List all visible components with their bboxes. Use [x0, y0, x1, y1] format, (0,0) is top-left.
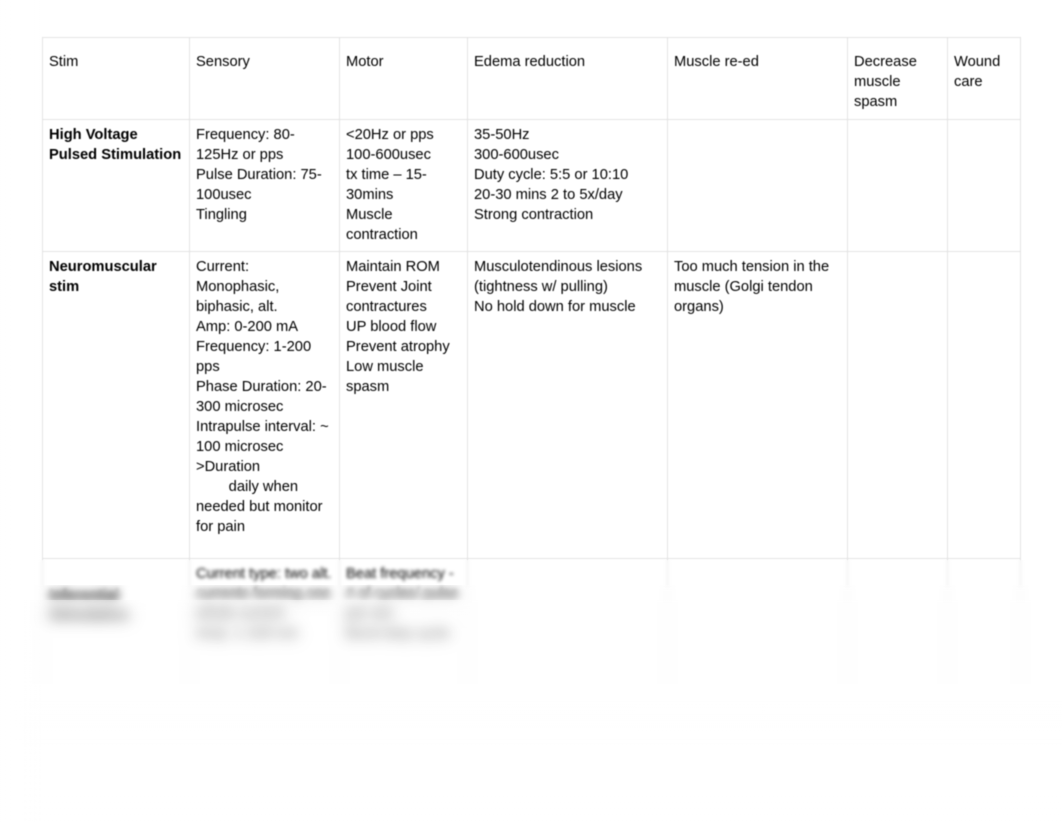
cell-sensory: Current type: two alt. currents forming … — [189, 558, 340, 811]
table-row: High Voltage Pulsed Stimulation Frequenc… — [42, 119, 1021, 252]
cell-motor-text: Maintain ROM Prevent Joint contractures … — [346, 259, 450, 395]
column-header-sensory-label: Sensory — [196, 54, 250, 70]
column-header-wound-care: Wound care — [947, 37, 1021, 120]
cell-motor-text: Beat frequency - # of cycles/ pulse per … — [346, 566, 459, 642]
cell-edema-reduction — [467, 558, 668, 811]
row-label-neuromuscular-stim: Neuromuscular stim — [49, 259, 157, 295]
column-header-motor-label: Motor — [346, 54, 384, 70]
cell-sensory: Frequency: 80-125Hz or pps Pulse Duratio… — [189, 119, 340, 252]
page-left-fade — [0, 0, 44, 822]
column-header-decrease-muscle-spasm-label: Decrease muscle spasm — [854, 54, 917, 110]
column-header-muscle-re-ed: Muscle re-ed — [667, 37, 848, 120]
cell-decrease-muscle-spasm — [847, 558, 948, 811]
cell-sensory: Current: Monophasic, biphasic, alt. Amp:… — [189, 251, 340, 559]
column-header-muscle-re-ed-label: Muscle re-ed — [674, 54, 759, 70]
row-label-inferential-stimulation: Inferential Stimulation — [49, 588, 129, 624]
column-header-edema-reduction: Edema reduction — [467, 37, 668, 120]
cell-sensory-text: Current type: two alt. currents forming … — [196, 566, 332, 642]
document-page: Stim Sensory Motor Edema reduction Muscl… — [0, 0, 1062, 822]
table-row: Inferential Stimulation Current type: tw… — [42, 558, 1021, 811]
column-header-edema-reduction-label: Edema reduction — [474, 54, 586, 70]
cell-edema-reduction-text: 35-50Hz 300-600usec Duty cycle: 5:5 or 1… — [474, 127, 629, 223]
cell-wound-care — [947, 119, 1021, 252]
cell-muscle-re-ed: Too much tension in the muscle (Golgi te… — [667, 251, 848, 559]
cell-decrease-muscle-spasm — [847, 119, 948, 252]
table-row: Neuromuscular stim Current: Monophasic, … — [42, 251, 1021, 559]
cell-edema-reduction: 35-50Hz 300-600usec Duty cycle: 5:5 or 1… — [467, 119, 668, 252]
column-header-sensory: Sensory — [189, 37, 340, 120]
cell-muscle-re-ed — [667, 558, 848, 811]
cell-motor: Beat frequency - # of cycles/ pulse per … — [339, 558, 468, 811]
cell-sensory-text: Current: Monophasic, biphasic, alt. Amp:… — [196, 259, 329, 535]
column-header-motor: Motor — [339, 37, 468, 120]
cell-wound-care — [947, 558, 1021, 811]
cell-edema-reduction: Musculotendinous lesions (tightness w/ p… — [467, 251, 668, 559]
cell-wound-care — [947, 251, 1021, 559]
cell-muscle-re-ed — [667, 119, 848, 252]
column-header-decrease-muscle-spasm: Decrease muscle spasm — [847, 37, 948, 120]
cell-edema-reduction-text: Musculotendinous lesions (tightness w/ p… — [474, 259, 643, 315]
row-label-cell: Neuromuscular stim — [42, 251, 190, 559]
cell-motor: Maintain ROM Prevent Joint contractures … — [339, 251, 468, 559]
cell-decrease-muscle-spasm — [847, 251, 948, 559]
cell-muscle-re-ed-text: Too much tension in the muscle (Golgi te… — [674, 259, 830, 315]
row-label-high-voltage-pulsed-stimulation: High Voltage Pulsed Stimulation — [49, 127, 182, 163]
column-header-stim-label: Stim — [49, 54, 79, 70]
column-header-stim: Stim — [42, 37, 190, 120]
column-header-wound-care-label: Wound care — [954, 54, 1001, 90]
row-label-cell: High Voltage Pulsed Stimulation — [42, 119, 190, 252]
row-label-cell: Inferential Stimulation — [42, 558, 190, 811]
cell-motor: <20Hz or pps 100-600usec tx time – 15-30… — [339, 119, 468, 252]
cell-sensory-text: Frequency: 80-125Hz or pps Pulse Duratio… — [196, 127, 322, 223]
cell-motor-text: <20Hz or pps 100-600usec tx time – 15-30… — [346, 127, 434, 243]
stim-parameters-table: Stim Sensory Motor Edema reduction Muscl… — [42, 37, 1021, 811]
table-header-row: Stim Sensory Motor Edema reduction Muscl… — [42, 37, 1021, 120]
